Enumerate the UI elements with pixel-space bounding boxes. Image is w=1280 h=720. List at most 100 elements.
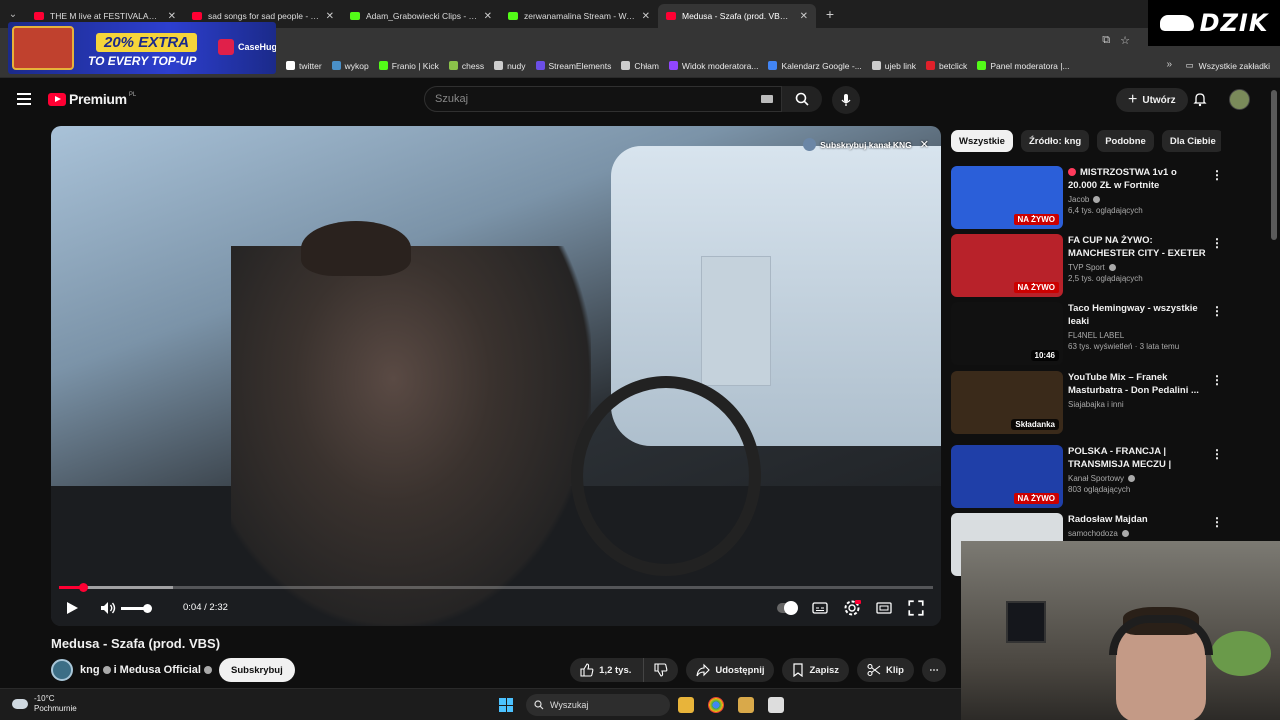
close-tab-icon[interactable]: ✕ [168,11,176,22]
browser-tab[interactable]: Medusa - Szafa (prod. VBS) - Yo ✕ [658,4,816,28]
close-tab-icon[interactable]: ✕ [642,11,650,22]
recommendation-item[interactable]: 10:46 Taco Hemingway - wszystkie leaki FL4… [951,302,1231,366]
bookmark-star-icon[interactable]: ☆ [1120,34,1130,47]
voice-search-button[interactable] [832,86,860,114]
bookmark-item[interactable]: twitter [286,61,322,71]
recommendation-item[interactable]: Składanka YouTube Mix – Franek Masturbatr… [951,371,1231,435]
progress-bar[interactable] [59,583,933,592]
close-tab-icon[interactable]: ✕ [800,11,808,22]
more-options-icon[interactable]: ⋮ [1211,515,1223,529]
chrome-icon[interactable] [708,697,724,713]
file-explorer-icon[interactable] [678,697,694,713]
bookmarks-more-button[interactable]: » [1166,59,1172,70]
filter-chip[interactable]: Źródło: kng [1020,130,1090,152]
bookmark-item[interactable]: nudy [494,61,526,71]
more-options-icon[interactable]: ⋮ [1211,236,1223,250]
dislike-button[interactable] [643,658,679,682]
play-icon[interactable] [67,602,78,614]
channel-watermark[interactable]: Subskrybuj kanał KNG ✕ [803,138,929,151]
search-input[interactable]: Szukaj [424,86,782,112]
bookmark-item[interactable]: Panel moderatora |... [977,61,1070,71]
recommendation-title[interactable]: Radosław Majdan [1068,513,1208,526]
search-button[interactable] [782,86,822,112]
like-button[interactable]: 1,2 tys. [570,658,644,682]
close-icon[interactable]: ✕ [920,138,929,151]
channel-names[interactable]: kng i Medusa Official [80,664,215,676]
page-scrollbar[interactable] [1271,90,1277,240]
recommendation-channel[interactable]: FL4NEL LABEL [1068,331,1208,340]
bookmark-item[interactable]: Widok moderatora... [668,61,758,71]
all-bookmarks-button[interactable]: ▭ Wszystkie zakładki [1186,60,1270,71]
video-thumbnail[interactable]: Składanka [951,371,1063,434]
taskbar-search[interactable]: Wyszukaj [526,694,670,716]
more-options-icon[interactable]: ⋮ [1211,304,1223,318]
settings-icon[interactable] [843,599,861,617]
youtube-premium-logo[interactable]: Premium PL [48,91,136,107]
video-thumbnail[interactable]: 10:46 [951,302,1063,365]
bookmark-item[interactable]: wykop [331,61,369,71]
notifications-button[interactable] [1192,91,1208,112]
close-tab-icon[interactable]: ✕ [326,11,334,22]
share-button[interactable]: Udostępnij [686,658,775,682]
subscribe-button[interactable]: Subskrybuj [219,658,295,682]
bookmark-item[interactable]: Franio | Kick [378,61,439,71]
recommendation-title[interactable]: Taco Hemingway - wszystkie leaki [1068,302,1208,328]
bookmark-item[interactable]: Chłam [621,61,659,71]
bookmark-item[interactable]: chess [448,61,484,71]
browser-tab[interactable]: Adam_Grabowiecki Clips - Wat ✕ [342,4,500,28]
weather-widget[interactable]: -10°C Pochmurnie [12,694,77,714]
app-icon[interactable] [768,697,784,713]
recommendation-channel[interactable]: Siajabajka i inni [1068,400,1208,409]
recommendation-title[interactable]: MISTRZOSTWA 1v1 o 20.000 ZŁ w Fortnite [1068,166,1208,192]
recommendation-channel[interactable]: Jacob [1068,195,1208,204]
windows-start-icon[interactable] [499,698,513,712]
collab-channel-name[interactable]: i Medusa Official [114,664,201,676]
install-icon[interactable]: ⧉ [1102,34,1110,47]
bookmark-item[interactable]: ujeb link [871,61,916,71]
video-thumbnail[interactable]: NA ŻYWO [951,166,1063,229]
recommendation-item[interactable]: NA ŻYWO FA CUP NA ŻYWO: MANCHESTER CITY -… [951,234,1231,298]
video-thumbnail[interactable]: NA ŻYWO [951,445,1063,508]
chevron-right-icon[interactable]: › [1196,134,1200,148]
menu-icon[interactable] [17,93,31,105]
subtitles-icon[interactable] [811,599,829,617]
recommendation-title[interactable]: YouTube Mix – Franek Masturbatra - Don P… [1068,371,1208,397]
bookmark-item[interactable]: betclick [925,61,967,71]
more-options-icon[interactable]: ⋮ [1211,168,1223,182]
close-tab-icon[interactable]: ✕ [484,11,492,22]
browser-tab[interactable]: zerwanamalina Stream - Watch ✕ [500,4,658,28]
video-thumbnail[interactable]: NA ŻYWO [951,234,1063,297]
filter-chip[interactable]: Podobne [1097,130,1154,152]
save-button[interactable]: Zapisz [782,658,850,682]
bookmark-item[interactable]: Kalendarz Google -... [768,61,862,71]
recommendation-channel[interactable]: Kanał Sportowy [1068,474,1208,483]
new-tab-button[interactable]: + [820,6,840,22]
volume-handle[interactable] [142,604,152,613]
recommendation-title[interactable]: FA CUP NA ŻYWO: MANCHESTER CITY - EXETER… [1068,234,1208,260]
fullscreen-icon[interactable] [907,599,925,617]
more-actions-button[interactable]: ⋯ [922,658,946,682]
more-options-icon[interactable]: ⋮ [1211,373,1223,387]
recommendation-item[interactable]: NA ŻYWO POLSKA - FRANCJA | TRANSMISJA MEC… [951,445,1231,509]
filter-chip[interactable]: Dla Ciebie [1161,130,1221,152]
app-icon[interactable] [738,697,754,713]
keyboard-icon[interactable] [761,95,773,103]
video-player[interactable]: Subskrybuj kanał KNG ✕ 0:04 / 2:32 [51,126,941,626]
more-options-icon[interactable]: ⋮ [1211,447,1223,461]
filter-chip[interactable]: Wszystkie [951,130,1013,152]
recommendation-channel[interactable]: TVP Sport [1068,263,1208,272]
recommendation-item[interactable]: NA ŻYWO MISTRZOSTWA 1v1 o 20.000 ZŁ w For… [951,166,1231,230]
recommendation-title[interactable]: POLSKA - FRANCJA | TRANSMISJA MECZU | GR… [1068,445,1208,471]
scrubber-handle[interactable] [78,583,88,592]
channel-avatar[interactable] [51,659,73,681]
theater-mode-icon[interactable] [875,599,893,617]
ad-banner[interactable]: 20% EXTRA TO EVERY TOP-UP CaseHug [8,22,276,74]
create-button[interactable]: + Utwórz [1116,88,1188,112]
recommendation-channel[interactable]: samochodoza [1068,529,1208,538]
clip-button[interactable]: Klip [857,658,914,682]
account-avatar[interactable] [1229,89,1250,110]
bookmark-item[interactable]: StreamElements [535,61,611,71]
volume-icon[interactable] [99,600,117,616]
autoplay-toggle[interactable] [777,601,798,615]
channel-name[interactable]: kng [80,664,100,676]
